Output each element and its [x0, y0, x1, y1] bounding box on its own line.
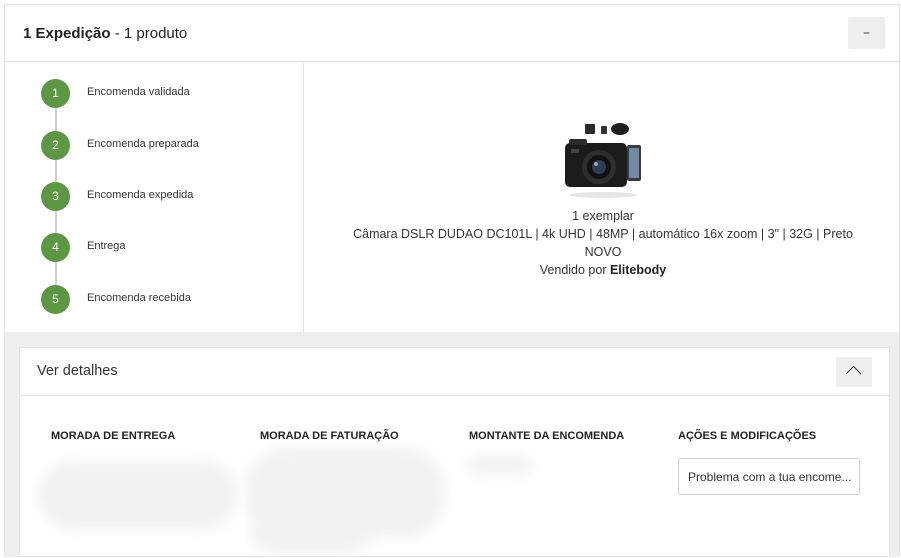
shipment-count: 1 Expedição — [23, 25, 111, 42]
step-label: Encomenda preparada — [87, 138, 199, 150]
order-amount-heading: MONTANTE DA ENCOMENDA — [469, 430, 625, 442]
details-header: Ver detalhes — [20, 348, 889, 396]
details-title: Ver detalhes — [37, 363, 118, 379]
shipment-products: - 1 produto — [110, 25, 188, 42]
order-problem-select[interactable]: Problema com a tua encome... — [678, 458, 860, 495]
step-1: 1 Encomenda validada — [41, 79, 291, 109]
step-4: 4 Entrega — [41, 233, 291, 263]
product-seller: Vendido por Elitebody — [305, 263, 901, 277]
shipment-card: 1 Expedição - 1 produto – 1 Encomenda va… — [4, 4, 901, 557]
shipment-header: 1 Expedição - 1 produto – — [5, 5, 899, 62]
product-panel: 1 exemplar Câmara DSLR DUDAO DC101L | 4k… — [305, 63, 901, 332]
step-number: 5 — [41, 285, 70, 314]
product-quantity: 1 exemplar — [572, 209, 634, 223]
order-details-panel: Ver detalhes MORADA DE ENTREGA MORADA DE… — [19, 347, 890, 557]
product-image[interactable] — [563, 121, 645, 201]
redacted-billing-address-extra — [250, 516, 370, 552]
product-condition: NOVO — [584, 245, 622, 259]
shipment-title: 1 Expedição - 1 produto — [23, 25, 187, 42]
step-label: Encomenda recebida — [87, 292, 191, 304]
step-3: 3 Encomenda expedida — [41, 182, 291, 212]
billing-address-heading: MORADA DE FATURAÇÃO — [260, 430, 399, 442]
redacted-order-amount — [468, 456, 532, 476]
step-number: 2 — [41, 131, 70, 160]
step-2: 2 Encomenda preparada — [41, 131, 291, 161]
sold-by-label: Vendido por — [539, 263, 610, 277]
tracking-steps: 1 Encomenda validada 2 Encomenda prepara… — [5, 63, 304, 332]
delivery-address-heading: MORADA DE ENTREGA — [51, 430, 176, 442]
collapse-details-button[interactable] — [836, 357, 872, 387]
step-label: Encomenda expedida — [87, 189, 194, 201]
seller-name[interactable]: Elitebody — [610, 263, 666, 277]
actions-heading: AÇÕES E MODIFICAÇÕES — [678, 430, 817, 442]
chevron-up-icon — [845, 365, 862, 382]
step-number: 4 — [41, 233, 70, 262]
step-label: Encomenda validada — [87, 86, 190, 98]
redacted-delivery-address — [38, 460, 238, 530]
step-number: 1 — [41, 79, 70, 108]
step-5: 5 Encomenda recebida — [41, 285, 291, 315]
product-name[interactable]: Câmara DSLR DUDAO DC101L | 4k UHD | 48MP… — [305, 227, 901, 241]
collapse-shipment-button[interactable]: – — [848, 17, 885, 49]
step-number: 3 — [41, 182, 70, 211]
step-label: Entrega — [87, 240, 126, 252]
